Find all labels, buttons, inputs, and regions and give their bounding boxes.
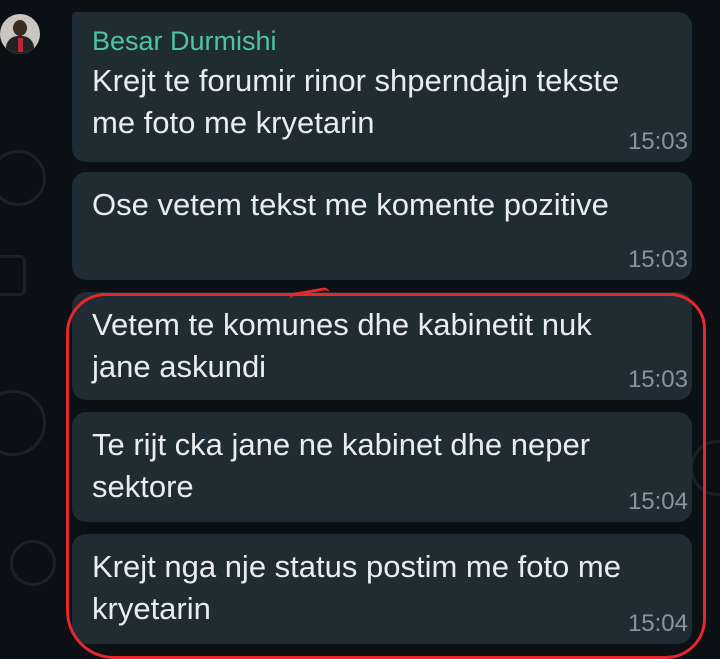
- wallpaper-doodle: [690, 440, 720, 496]
- sender-avatar[interactable]: [0, 14, 40, 54]
- message-bubble[interactable]: Krejt nga nje status postim me foto me k…: [72, 534, 692, 644]
- avatar-head-shape: [13, 20, 27, 36]
- message-text: Ose vetem tekst me komente pozitive: [92, 187, 609, 222]
- message-bubble[interactable]: Ose vetem tekst me komente pozitive 15:0…: [72, 172, 692, 280]
- message-text: Krejt te forumir rinor shperndajn tekste…: [92, 63, 620, 140]
- message-timestamp: 15:04: [627, 610, 688, 637]
- wallpaper-doodle: [0, 255, 26, 296]
- message-text: Krejt nga nje status postim me foto me k…: [92, 549, 621, 626]
- message-text: Vetem te komunes dhe kabinetit nuk jane …: [92, 307, 592, 384]
- message-timestamp: 15:03: [627, 246, 688, 273]
- message-bubble[interactable]: Te rijt cka jane ne kabinet dhe neper se…: [72, 412, 692, 522]
- message-text: Te rijt cka jane ne kabinet dhe neper se…: [92, 427, 591, 504]
- message-bubble[interactable]: Besar Durmishi Krejt te forumir rinor sh…: [72, 12, 692, 162]
- wallpaper-doodle: [0, 150, 46, 206]
- message-bubble[interactable]: Vetem te komunes dhe kabinetit nuk jane …: [72, 292, 692, 400]
- message-timestamp: 15:04: [627, 488, 688, 515]
- wallpaper-doodle: [0, 390, 46, 456]
- avatar-tie-shape: [18, 38, 23, 52]
- wallpaper-doodle: [10, 540, 56, 586]
- message-timestamp: 15:03: [627, 128, 688, 155]
- message-timestamp: 15:03: [627, 366, 688, 393]
- sender-name[interactable]: Besar Durmishi: [92, 24, 672, 58]
